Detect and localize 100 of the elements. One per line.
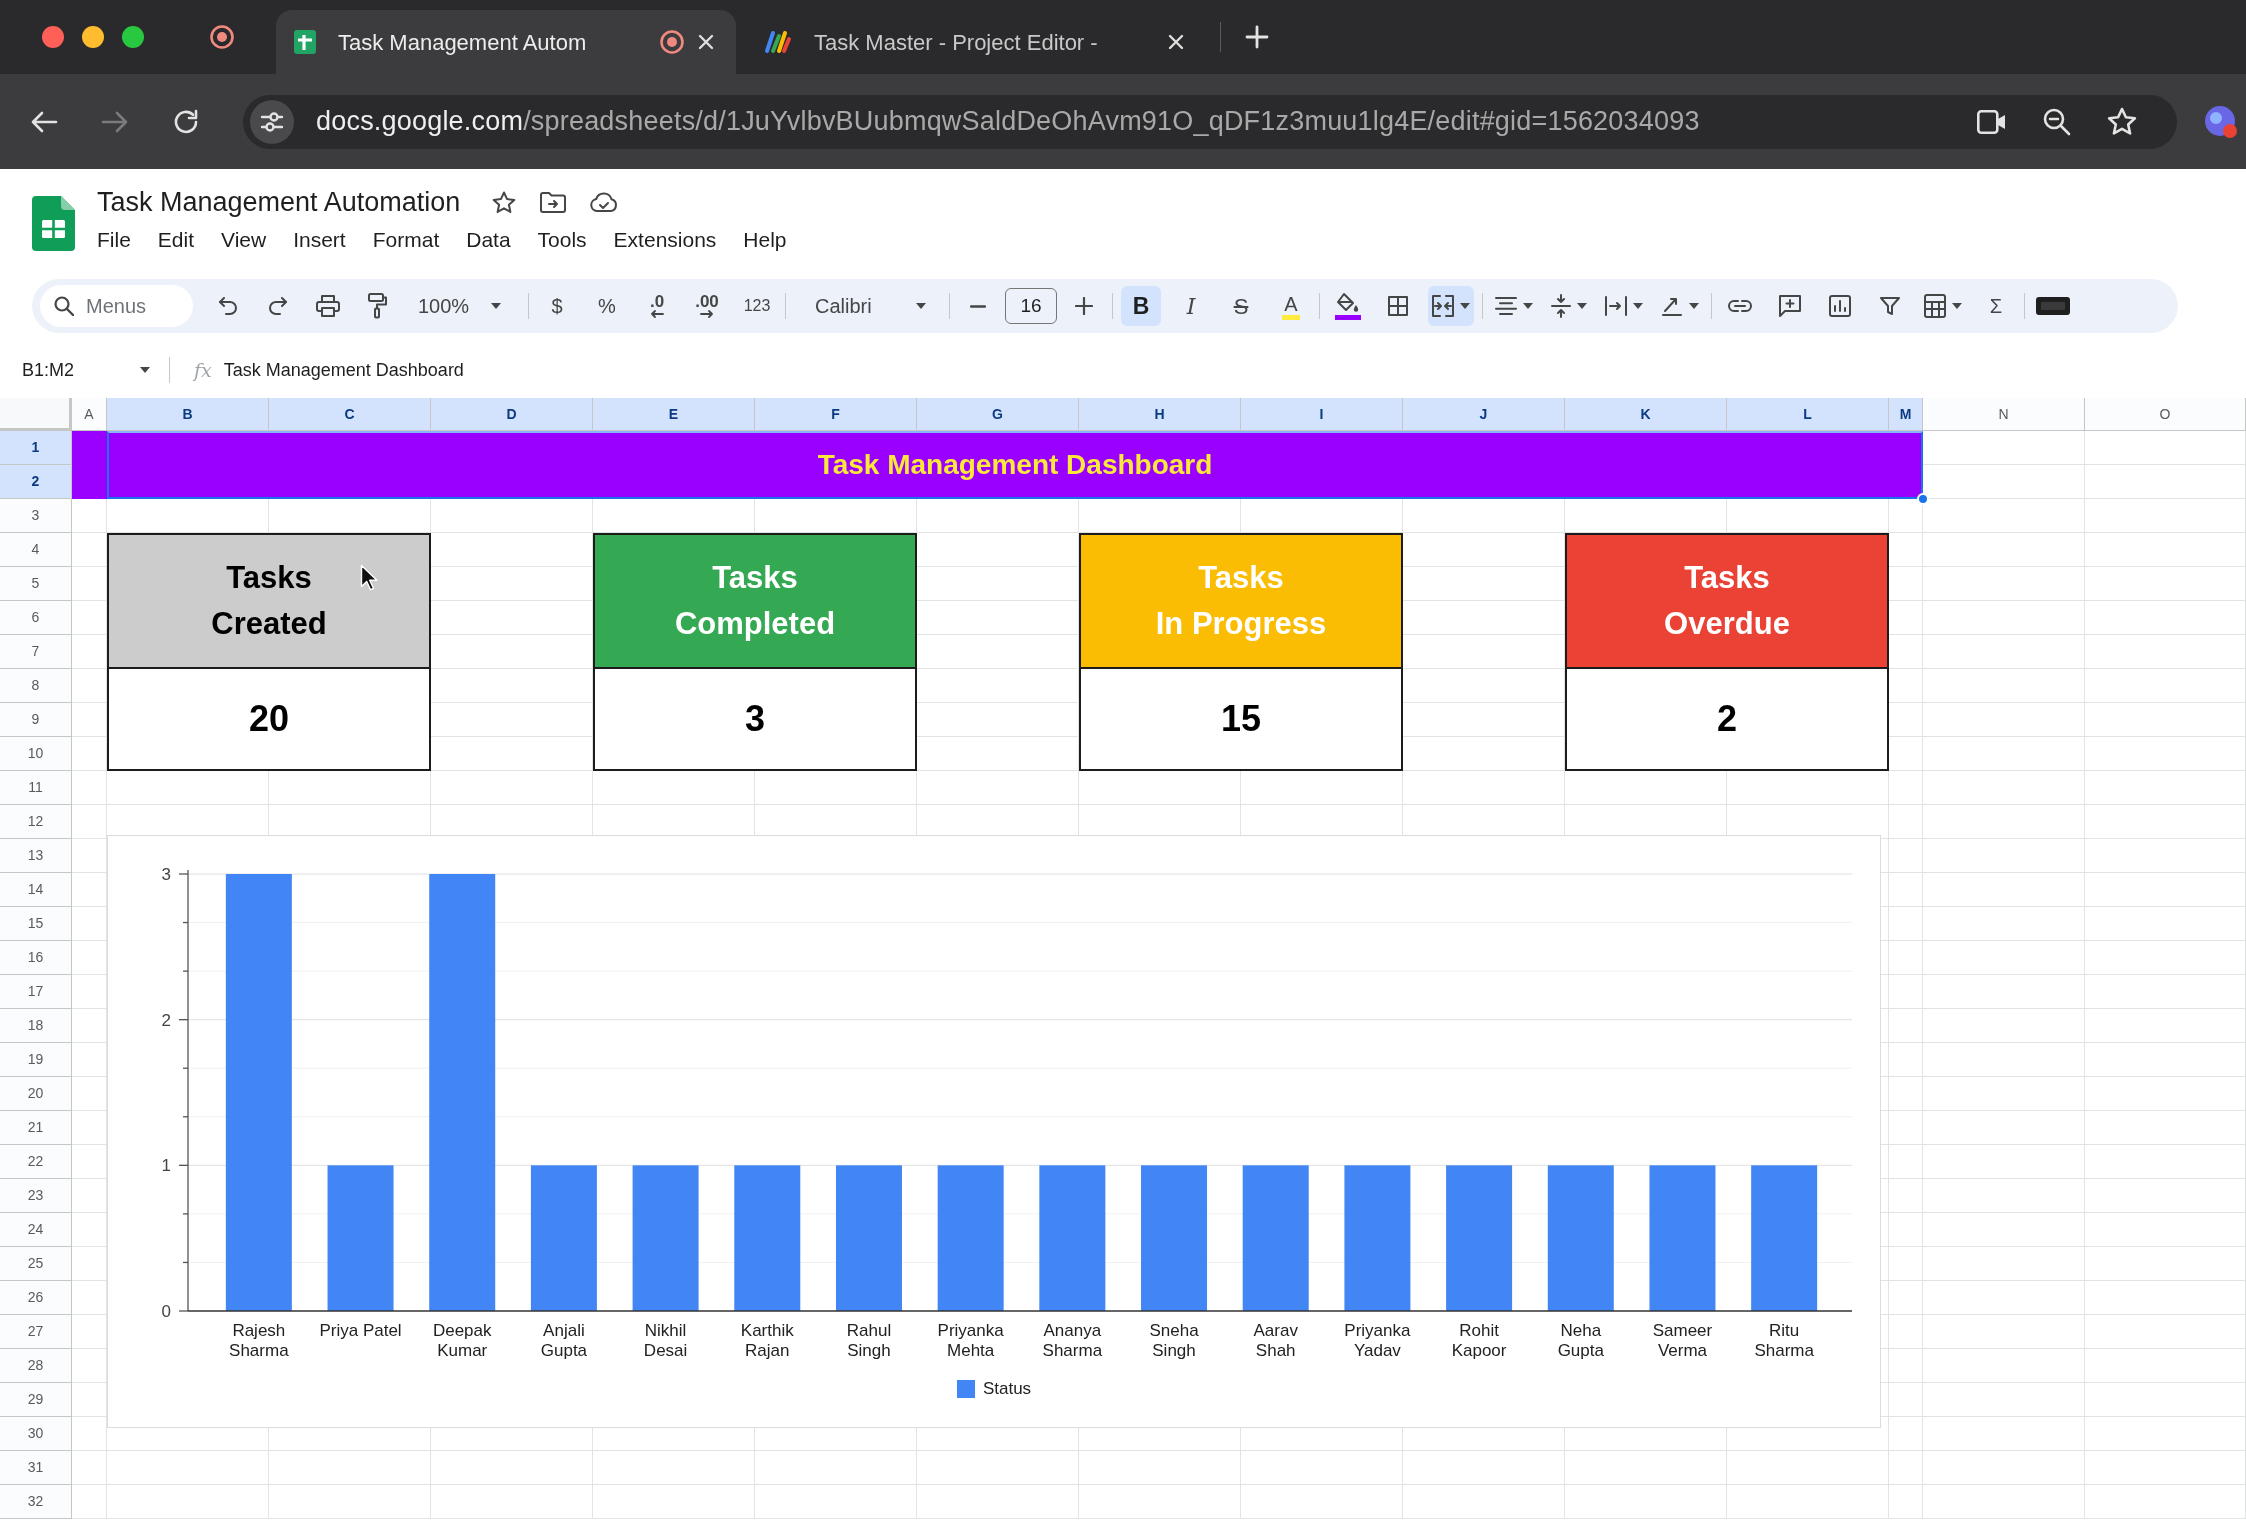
menu-item[interactable]: View (217, 225, 271, 255)
row-header[interactable]: 11 (0, 771, 72, 805)
menu-item[interactable]: Edit (153, 225, 199, 255)
row-header[interactable]: 13 (0, 839, 72, 873)
row-header[interactable]: 10 (0, 737, 72, 771)
row-header[interactable]: 17 (0, 975, 72, 1009)
functions-button[interactable]: Σ (1976, 286, 2016, 326)
column-header[interactable]: C (269, 398, 431, 431)
row-header[interactable]: 23 (0, 1179, 72, 1213)
category-label: Rohit Kapoor (1450, 1321, 1508, 1361)
menu-item[interactable]: Data (462, 225, 515, 255)
window-maximize-icon[interactable] (122, 26, 144, 48)
row-header[interactable]: 22 (0, 1145, 72, 1179)
row-header[interactable]: 26 (0, 1281, 72, 1315)
menu-item[interactable]: Extensions (609, 225, 721, 255)
decrease-decimal-button[interactable]: .0 (637, 286, 677, 326)
row-header[interactable]: 31 (0, 1451, 72, 1485)
row-header[interactable]: 21 (0, 1111, 72, 1145)
percent-format-button[interactable]: % (587, 286, 627, 326)
video-camera-icon[interactable] (1977, 109, 2007, 134)
column-header[interactable]: A (72, 398, 107, 431)
record-icon[interactable] (660, 30, 684, 54)
currency-format-button[interactable]: $ (537, 286, 577, 326)
formula-input[interactable]: Task Management Dashboard (223, 356, 464, 384)
arrow-left-icon (650, 310, 664, 318)
column-header[interactable]: O (2085, 398, 2246, 431)
column-header[interactable]: M (1889, 398, 1923, 431)
undo-icon (218, 297, 238, 315)
row-header[interactable]: 3 (0, 499, 72, 533)
column-header[interactable]: I (1241, 398, 1403, 431)
row-header[interactable]: 18 (0, 1009, 72, 1043)
row-header[interactable]: 12 (0, 805, 72, 839)
row-header[interactable]: 2 (0, 465, 72, 499)
row-header[interactable]: 9 (0, 703, 72, 737)
font-size-field[interactable]: 16 (1005, 288, 1057, 324)
reload-icon[interactable] (172, 107, 200, 136)
sliders-icon[interactable] (250, 99, 294, 144)
browser-tab[interactable]: Task Management Autom (276, 10, 736, 74)
column-header[interactable]: G (917, 398, 1079, 431)
zoom-dropdown[interactable]: 100% (408, 286, 520, 326)
row-header[interactable]: 24 (0, 1213, 72, 1247)
row-header[interactable]: 16 (0, 941, 72, 975)
window-minimize-icon[interactable] (82, 26, 104, 48)
menu-item[interactable]: Insert (289, 225, 350, 255)
row-header[interactable]: 19 (0, 1043, 72, 1077)
browser-tab[interactable]: Task Master - Project Editor - (746, 10, 1206, 74)
row-header[interactable]: 29 (0, 1383, 72, 1417)
name-box[interactable]: B1:M2 (22, 356, 150, 384)
column-header[interactable]: L (1727, 398, 1889, 431)
row-header[interactable]: 6 (0, 601, 72, 635)
row-header[interactable]: 8 (0, 669, 72, 703)
menu-item[interactable]: File (93, 225, 135, 255)
column-header[interactable]: J (1403, 398, 1565, 431)
column-header[interactable]: N (1923, 398, 2085, 431)
spreadsheet-logo-icon[interactable] (32, 196, 75, 251)
close-icon[interactable] (1168, 34, 1184, 50)
column-header[interactable]: E (593, 398, 755, 431)
folder-icon[interactable] (540, 191, 567, 213)
row-header[interactable]: 32 (0, 1485, 72, 1519)
row-header[interactable]: 1 (0, 431, 72, 465)
bold-button[interactable]: B (1121, 286, 1161, 326)
row-header[interactable]: 15 (0, 907, 72, 941)
column-header[interactable]: B (107, 398, 269, 431)
plus-icon[interactable] (1245, 25, 1269, 49)
merge-cells-button[interactable] (1428, 286, 1474, 326)
menu-item[interactable]: Tools (533, 225, 591, 255)
zoom-icon[interactable] (2043, 107, 2071, 136)
cloud-icon[interactable] (590, 192, 619, 212)
italic-button[interactable]: I (1171, 286, 1211, 326)
star-icon[interactable] (492, 190, 517, 214)
row-header[interactable]: 27 (0, 1315, 72, 1349)
fill-handle[interactable] (1917, 493, 1929, 505)
address-bar[interactable]: docs.google.com/spreadsheets/d/1JuYvlbvBUubmqwSaldDeOhAvm91O_qDF1z3muu1lg4E/edit#gid=1562034093 (243, 94, 2177, 149)
text-color-button[interactable]: A (1271, 286, 1311, 326)
row-header[interactable]: 30 (0, 1417, 72, 1451)
close-icon[interactable] (698, 34, 714, 50)
row-header[interactable]: 4 (0, 533, 72, 567)
column-header[interactable]: F (755, 398, 917, 431)
row-header[interactable]: 14 (0, 873, 72, 907)
column-header[interactable]: K (1565, 398, 1727, 431)
back-arrow-icon[interactable] (30, 109, 58, 134)
row-header[interactable]: 25 (0, 1247, 72, 1281)
strikethrough-button[interactable]: S (1221, 286, 1261, 326)
category-label: Priyanka Yadav (1343, 1321, 1412, 1361)
row-header[interactable]: 28 (0, 1349, 72, 1383)
row-header[interactable]: 7 (0, 635, 72, 669)
column-header[interactable]: D (431, 398, 593, 431)
row-header[interactable]: 5 (0, 567, 72, 601)
document-title[interactable]: Task Management Automation (97, 185, 461, 219)
menu-item[interactable]: Format (368, 225, 444, 255)
record-icon[interactable] (210, 25, 234, 49)
profile-avatar-icon[interactable] (2204, 104, 2238, 139)
column-header[interactable]: H (1079, 398, 1241, 431)
row-header[interactable]: 20 (0, 1077, 72, 1111)
menu-item[interactable]: Help (739, 225, 791, 255)
window-close-icon[interactable] (42, 26, 64, 48)
font-dropdown[interactable]: Calibri (794, 286, 941, 326)
menu-search-field[interactable]: Menus (40, 285, 193, 327)
more-formats-button[interactable]: 123 (737, 286, 777, 326)
increase-decimal-button[interactable]: .00 (687, 286, 727, 326)
